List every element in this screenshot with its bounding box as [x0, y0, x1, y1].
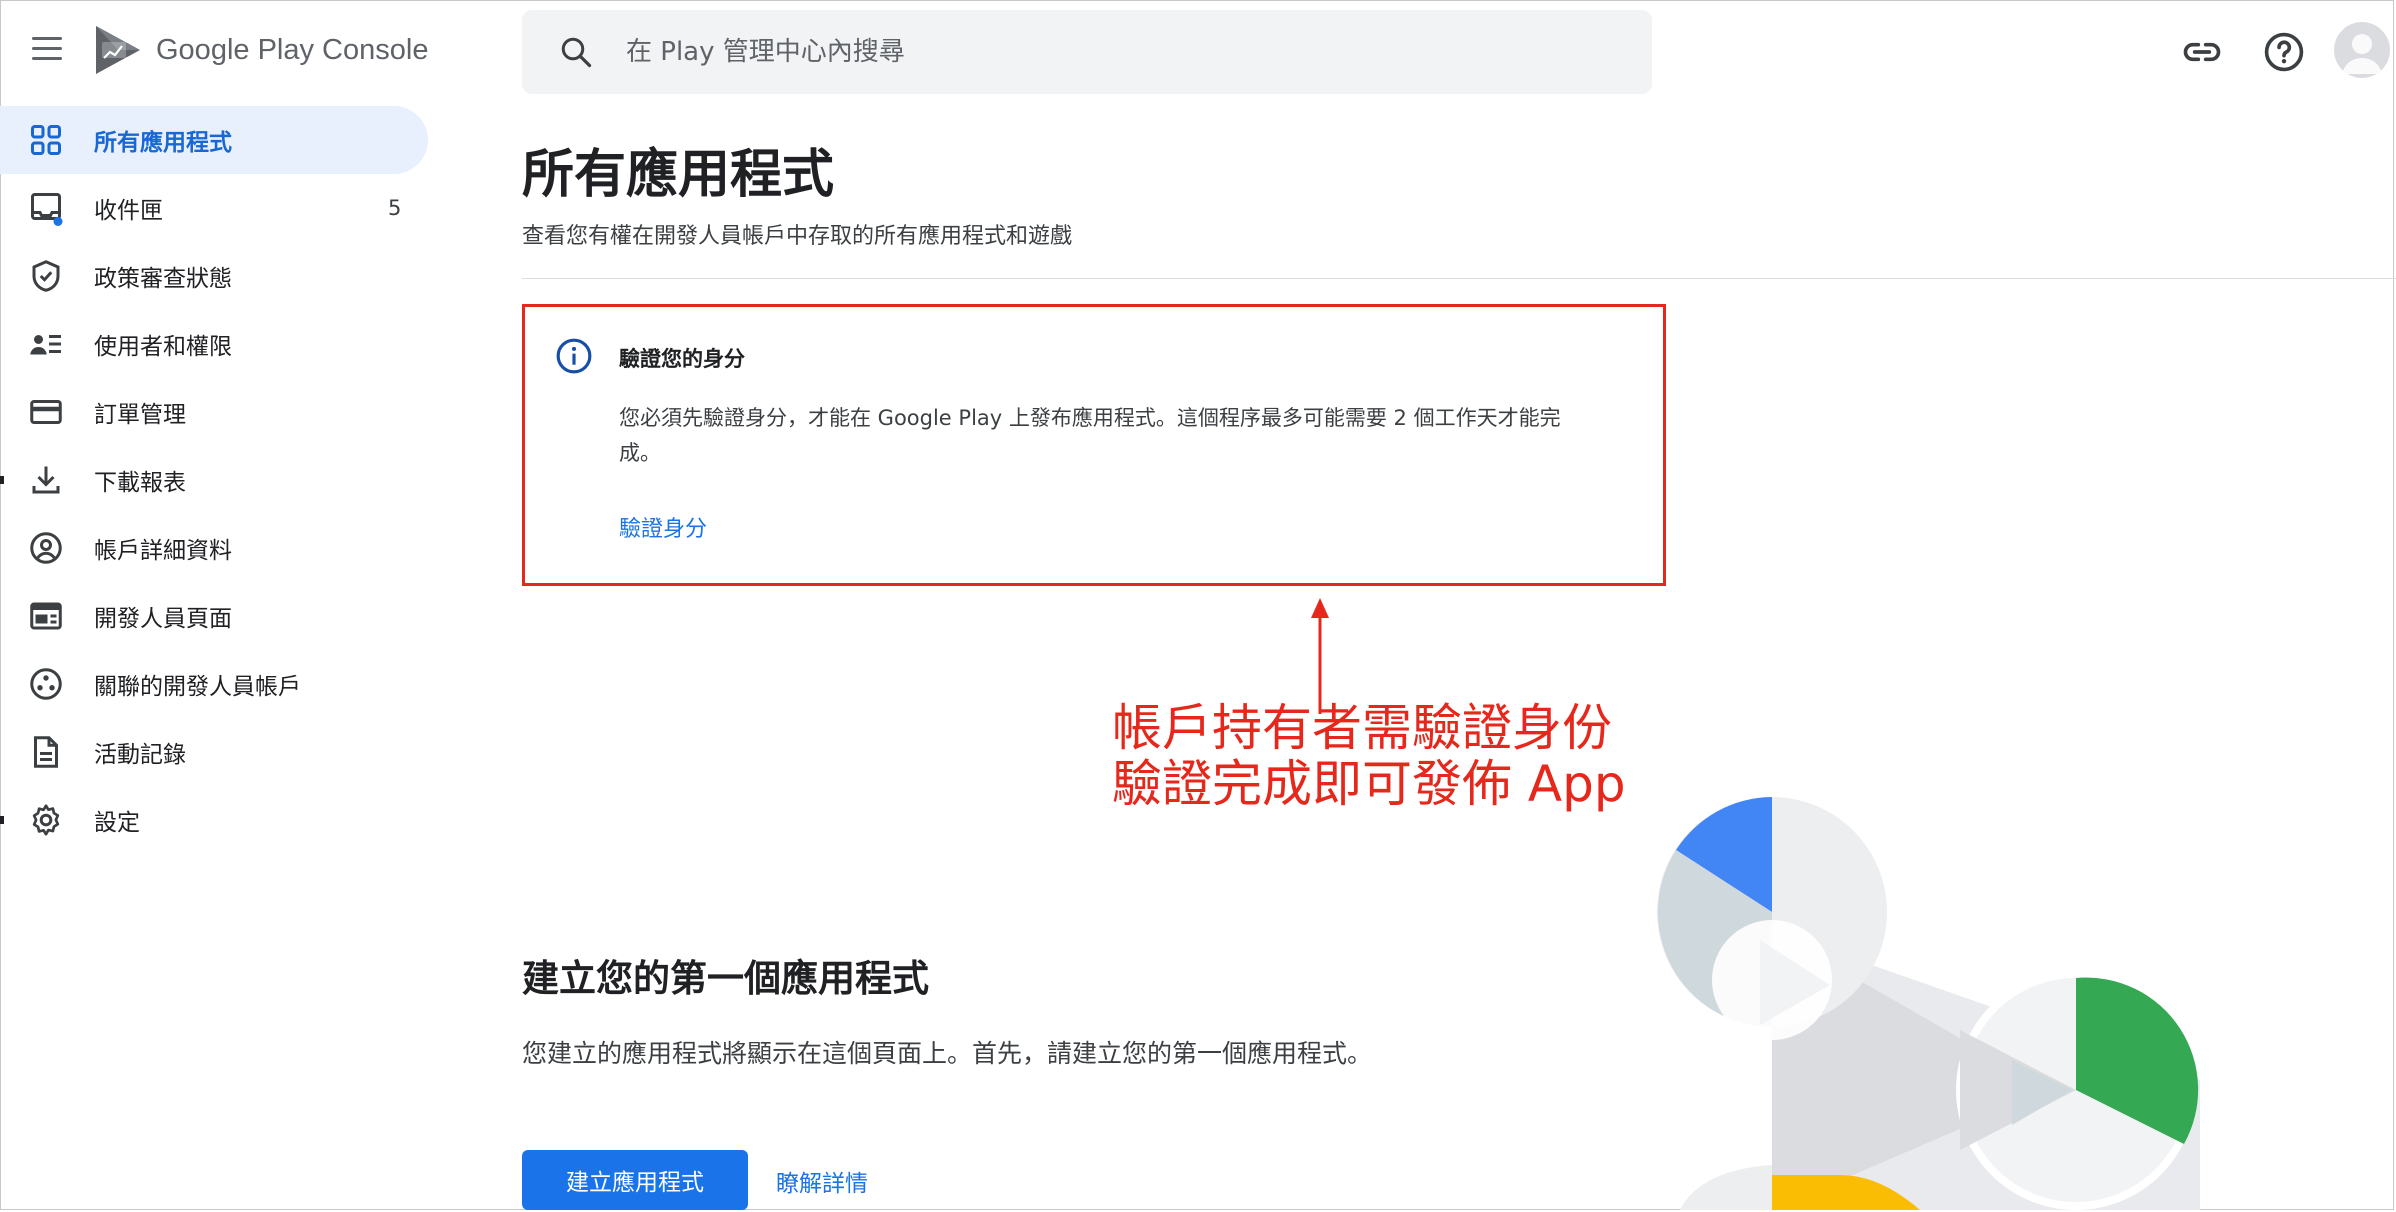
- annotation-arrow-icon: [1311, 598, 1329, 714]
- sidebar-item-label: 帳戶詳細資料: [94, 538, 232, 564]
- sidebar: 所有應用程式 收件匣 5 政策審查狀態 使用者和權限 訂單管理 下載報表 帳戶詳…: [0, 106, 428, 854]
- sidebar-item-label: 所有應用程式: [94, 130, 232, 156]
- page-subtitle: 查看您有權在開發人員帳戶中存取的所有應用程式和遊戲: [522, 224, 1073, 249]
- sidebar-item-settings[interactable]: 設定: [0, 786, 428, 854]
- sidebar-item-label: 收件匣: [94, 198, 163, 224]
- search-bar[interactable]: [522, 10, 1652, 94]
- expand-marker: [0, 476, 4, 484]
- divider: [522, 278, 2396, 279]
- sidebar-item-label: 政策審查狀態: [94, 266, 232, 292]
- sidebar-item-label: 關聯的開發人員帳戶: [94, 674, 301, 700]
- link-icon[interactable]: [2180, 30, 2224, 74]
- sidebar-item-download-reports[interactable]: 下載報表: [0, 446, 428, 514]
- empty-state-illustration: [1657, 797, 2200, 1210]
- download-icon: [32, 466, 60, 494]
- annotation-line-1: 帳戶持有者需驗證身份: [1112, 699, 1612, 757]
- sidebar-item-linked-accounts[interactable]: 關聯的開發人員帳戶: [0, 650, 428, 718]
- gear-icon: [32, 804, 60, 836]
- verify-identity-notice: 驗證您的身分 您必須先驗證身分，才能在 Google Play 上發布應用程式。…: [522, 304, 1666, 586]
- create-section-body: 您建立的應用程式將顯示在這個頁面上。首先，請建立您的第一個應用程式。: [522, 1039, 1373, 1068]
- expand-marker: [0, 816, 4, 824]
- sidebar-item-label: 訂單管理: [94, 402, 186, 428]
- help-icon[interactable]: [2262, 30, 2306, 74]
- inbox-count-badge: 5: [388, 196, 402, 220]
- logo-text: Google Play Console: [156, 33, 429, 66]
- sidebar-item-label: 下載報表: [94, 470, 186, 496]
- user-avatar-icon: [2342, 34, 2382, 74]
- sidebar-item-label: 設定: [94, 810, 140, 836]
- annotation-text: 帳戶持有者需驗證身份 驗證完成即可發佈 App: [1112, 700, 1626, 812]
- play-console-logo-icon: [96, 26, 140, 74]
- sidebar-item-order-management[interactable]: 訂單管理: [0, 378, 428, 446]
- sidebar-item-all-apps[interactable]: 所有應用程式: [0, 106, 428, 174]
- info-icon: [556, 338, 592, 374]
- create-app-button[interactable]: 建立應用程式: [522, 1150, 748, 1210]
- sidebar-item-policy-status[interactable]: 政策審查狀態: [0, 242, 428, 310]
- inbox-icon: [31, 193, 63, 226]
- sidebar-item-label: 開發人員頁面: [94, 606, 232, 632]
- notice-title: 驗證您的身分: [619, 347, 745, 371]
- web-page-icon: [30, 602, 62, 630]
- annotation-line-2: 驗證完成即可發佈 App: [1112, 755, 1626, 813]
- grid-icon: [31, 125, 61, 155]
- credit-card-icon: [30, 400, 62, 424]
- sidebar-item-developer-page[interactable]: 開發人員頁面: [0, 582, 428, 650]
- users-icon: [30, 335, 61, 355]
- sidebar-item-label: 活動記錄: [94, 742, 186, 768]
- sidebar-item-users-permissions[interactable]: 使用者和權限: [0, 310, 428, 378]
- play-console-logo[interactable]: Google Play Console: [92, 22, 428, 78]
- avatar[interactable]: [2334, 22, 2390, 78]
- shield-icon: [32, 260, 60, 292]
- learn-more-link[interactable]: 瞭解詳情: [776, 1164, 868, 1198]
- sidebar-item-inbox[interactable]: 收件匣 5: [0, 174, 428, 242]
- notice-body: 您必須先驗證身分，才能在 Google Play 上發布應用程式。這個程序最多可…: [619, 406, 1561, 465]
- sidebar-item-label: 使用者和權限: [94, 334, 232, 360]
- search-input[interactable]: [624, 36, 1528, 68]
- linked-accounts-icon: [30, 668, 62, 700]
- page-title: 所有應用程式: [522, 145, 835, 205]
- verify-identity-link[interactable]: 驗證身分: [619, 511, 707, 543]
- create-section-title: 建立您的第一個應用程式: [522, 957, 929, 1000]
- document-icon: [34, 736, 58, 768]
- sidebar-item-account-details[interactable]: 帳戶詳細資料: [0, 514, 428, 582]
- search-icon: [561, 37, 592, 68]
- hamburger-menu-icon[interactable]: [24, 30, 70, 70]
- account-circle-icon: [30, 532, 62, 564]
- sidebar-item-activity-log[interactable]: 活動記錄: [0, 718, 428, 786]
